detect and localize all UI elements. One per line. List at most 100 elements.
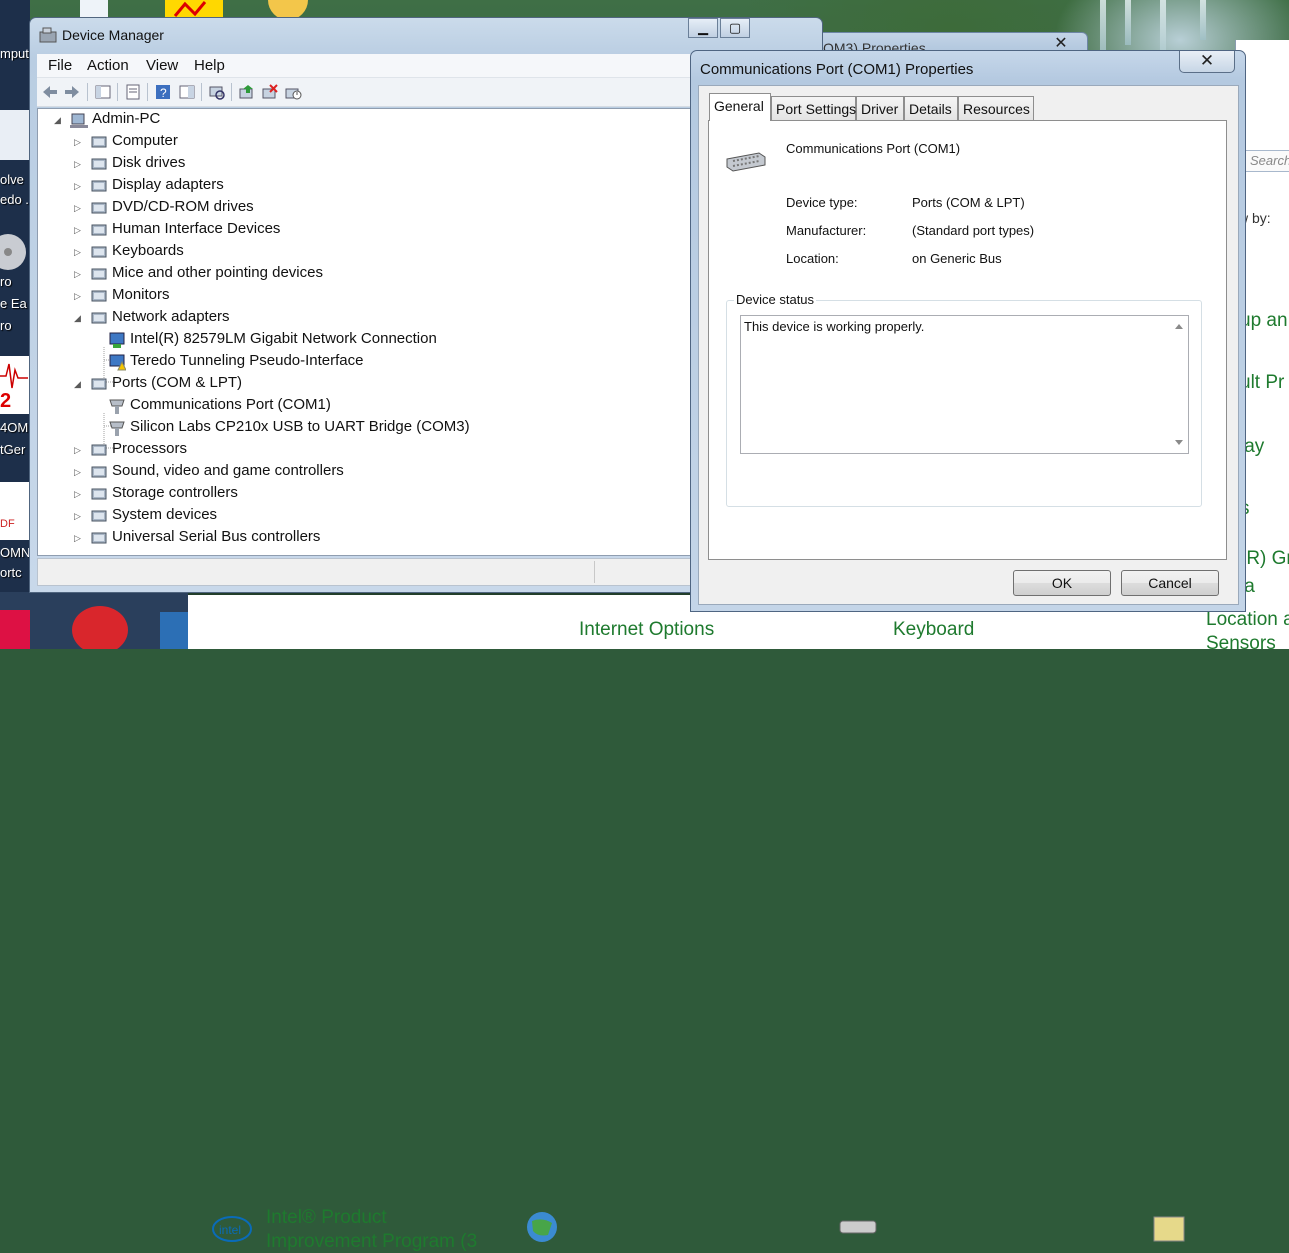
sound-icon xyxy=(90,463,108,481)
toolbar-separator xyxy=(147,83,148,101)
close-button[interactable]: ✕ xyxy=(1179,51,1235,73)
uninstall-icon[interactable] xyxy=(261,83,279,101)
network-adapter-icon xyxy=(108,331,126,349)
port-icon xyxy=(108,419,126,437)
usb-icon xyxy=(90,529,108,547)
scan-hardware-icon[interactable] xyxy=(208,83,226,101)
tree-label: Teredo Tunneling Pseudo-Interface xyxy=(130,352,364,369)
tab-resources[interactable]: Resources xyxy=(958,96,1034,120)
desktop-icon-label[interactable]: OMN xyxy=(0,545,30,560)
dvd-icon xyxy=(90,199,108,217)
tree-label: Sound, video and game controllers xyxy=(112,462,344,479)
desktop-icon-label[interactable]: ro xyxy=(0,274,30,289)
control-panel-item-keyboard[interactable]: Keyboard xyxy=(893,619,974,641)
tree-label: Monitors xyxy=(112,286,170,303)
expand-icon[interactable]: ▷ xyxy=(74,489,84,499)
maximize-icon: ▢ xyxy=(728,20,742,35)
control-panel-search-input[interactable]: Search xyxy=(1245,150,1289,172)
expand-icon[interactable]: ▷ xyxy=(74,467,84,477)
expand-icon[interactable]: ▷ xyxy=(74,225,84,235)
collapse-icon[interactable]: ◢ xyxy=(74,313,84,323)
back-icon[interactable] xyxy=(41,83,59,101)
expand-icon[interactable]: ▷ xyxy=(74,291,84,301)
general-tab-panel: Communications Port (COM1) Device type: … xyxy=(708,120,1227,560)
action-pane-icon[interactable] xyxy=(178,83,196,101)
expand-icon[interactable]: ▷ xyxy=(74,445,84,455)
properties-icon[interactable] xyxy=(124,83,142,101)
control-panel-item[interactable]: ult Pr xyxy=(1240,372,1289,394)
control-panel-item-internet-options[interactable]: Internet Options xyxy=(579,619,714,641)
expand-icon[interactable]: ▷ xyxy=(74,269,84,279)
update-driver-icon[interactable] xyxy=(238,83,256,101)
menu-help[interactable]: Help xyxy=(194,57,225,74)
desktop-icon-label[interactable]: olve xyxy=(0,172,30,187)
desktop-icon[interactable] xyxy=(80,0,108,18)
desktop-icon-label: DF xyxy=(0,518,15,530)
expand-icon[interactable]: ▷ xyxy=(74,203,84,213)
tree-label: Storage controllers xyxy=(112,484,238,501)
tree-label: Network adapters xyxy=(112,308,230,325)
tab-driver[interactable]: Driver xyxy=(856,96,904,120)
processor-icon xyxy=(90,441,108,459)
forward-icon[interactable] xyxy=(63,83,81,101)
device-status-text: This device is working properly. xyxy=(744,319,925,334)
status-scrollbar[interactable] xyxy=(1171,316,1188,453)
properties-dialog: Communications Port (COM1) Properties ✕ … xyxy=(690,50,1246,612)
tree-label: Computer xyxy=(112,132,178,149)
menu-action[interactable]: Action xyxy=(87,57,129,74)
expand-icon[interactable]: ▷ xyxy=(74,159,84,169)
menu-file[interactable]: File xyxy=(48,57,72,74)
minimize-icon: ▁ xyxy=(698,20,708,35)
document-icon[interactable] xyxy=(0,110,30,160)
location-sensors-icon xyxy=(1150,1207,1190,1243)
expand-icon[interactable]: ▷ xyxy=(74,181,84,191)
tab-port-settings[interactable]: Port Settings xyxy=(771,96,856,120)
control-panel-item-label: Sensors xyxy=(1206,633,1276,654)
collapse-icon[interactable]: ◢ xyxy=(74,379,84,389)
control-panel-item[interactable]: lay xyxy=(1240,436,1289,458)
tab-general[interactable]: General xyxy=(709,93,771,121)
tree-label: Ports (COM & LPT) xyxy=(112,374,243,391)
expand-icon[interactable]: ▷ xyxy=(74,533,84,543)
scroll-down-icon[interactable] xyxy=(1175,440,1183,445)
desktop-icon-label[interactable]: 4OM xyxy=(0,420,30,435)
svg-text:intel: intel xyxy=(219,1223,241,1237)
control-panel-item[interactable]: (R) Gr xyxy=(1240,548,1289,570)
minimize-button[interactable]: ▁ xyxy=(688,18,718,38)
disk-icon xyxy=(90,155,108,173)
tab-details[interactable]: Details xyxy=(904,96,958,120)
maximize-button[interactable]: ▢ xyxy=(720,18,750,38)
control-panel-item-intel[interactable]: Intel® Product Improvement Program (3 xyxy=(266,1207,477,1253)
disc-icon[interactable] xyxy=(0,232,30,272)
desktop-icon[interactable] xyxy=(262,0,314,20)
disable-icon[interactable] xyxy=(284,83,302,101)
desktop-icon-label: ro xyxy=(0,318,12,333)
expand-icon[interactable]: ▷ xyxy=(74,137,84,147)
cancel-button[interactable]: Cancel xyxy=(1121,570,1219,596)
location-value: on Generic Bus xyxy=(912,251,1002,266)
network-icon xyxy=(90,309,108,327)
control-panel-item[interactable]: s xyxy=(1240,498,1289,520)
device-type-value: Ports (COM & LPT) xyxy=(912,195,1025,210)
pdf-icon[interactable] xyxy=(0,482,30,540)
desktop-icon-label[interactable]: mpute xyxy=(0,46,30,61)
show-hide-tree-icon[interactable] xyxy=(94,83,112,101)
control-panel-item[interactable]: up an xyxy=(1240,310,1289,332)
tree-label: System devices xyxy=(112,506,218,523)
dialog-title: Communications Port (COM1) Properties xyxy=(700,61,974,78)
ok-button[interactable]: OK xyxy=(1013,570,1111,596)
expand-icon[interactable]: ▷ xyxy=(74,247,84,257)
collapse-icon[interactable]: ◢ xyxy=(54,115,64,125)
help-icon[interactable]: ? xyxy=(154,83,172,101)
desktop-icon[interactable] xyxy=(165,0,223,18)
expand-icon[interactable]: ▷ xyxy=(74,511,84,521)
menu-view[interactable]: View xyxy=(146,57,178,74)
control-panel-item-location[interactable]: Location a Sensors xyxy=(1206,609,1289,655)
scroll-up-icon[interactable] xyxy=(1175,324,1183,329)
computer-icon xyxy=(90,133,108,151)
tree-label: Communications Port (COM1) xyxy=(130,396,331,413)
tree-label: Processors xyxy=(112,440,188,457)
device-status-textbox[interactable]: This device is working properly. xyxy=(740,315,1189,454)
device-manager-icon xyxy=(38,26,58,44)
desktop-bottom-area xyxy=(0,592,188,654)
